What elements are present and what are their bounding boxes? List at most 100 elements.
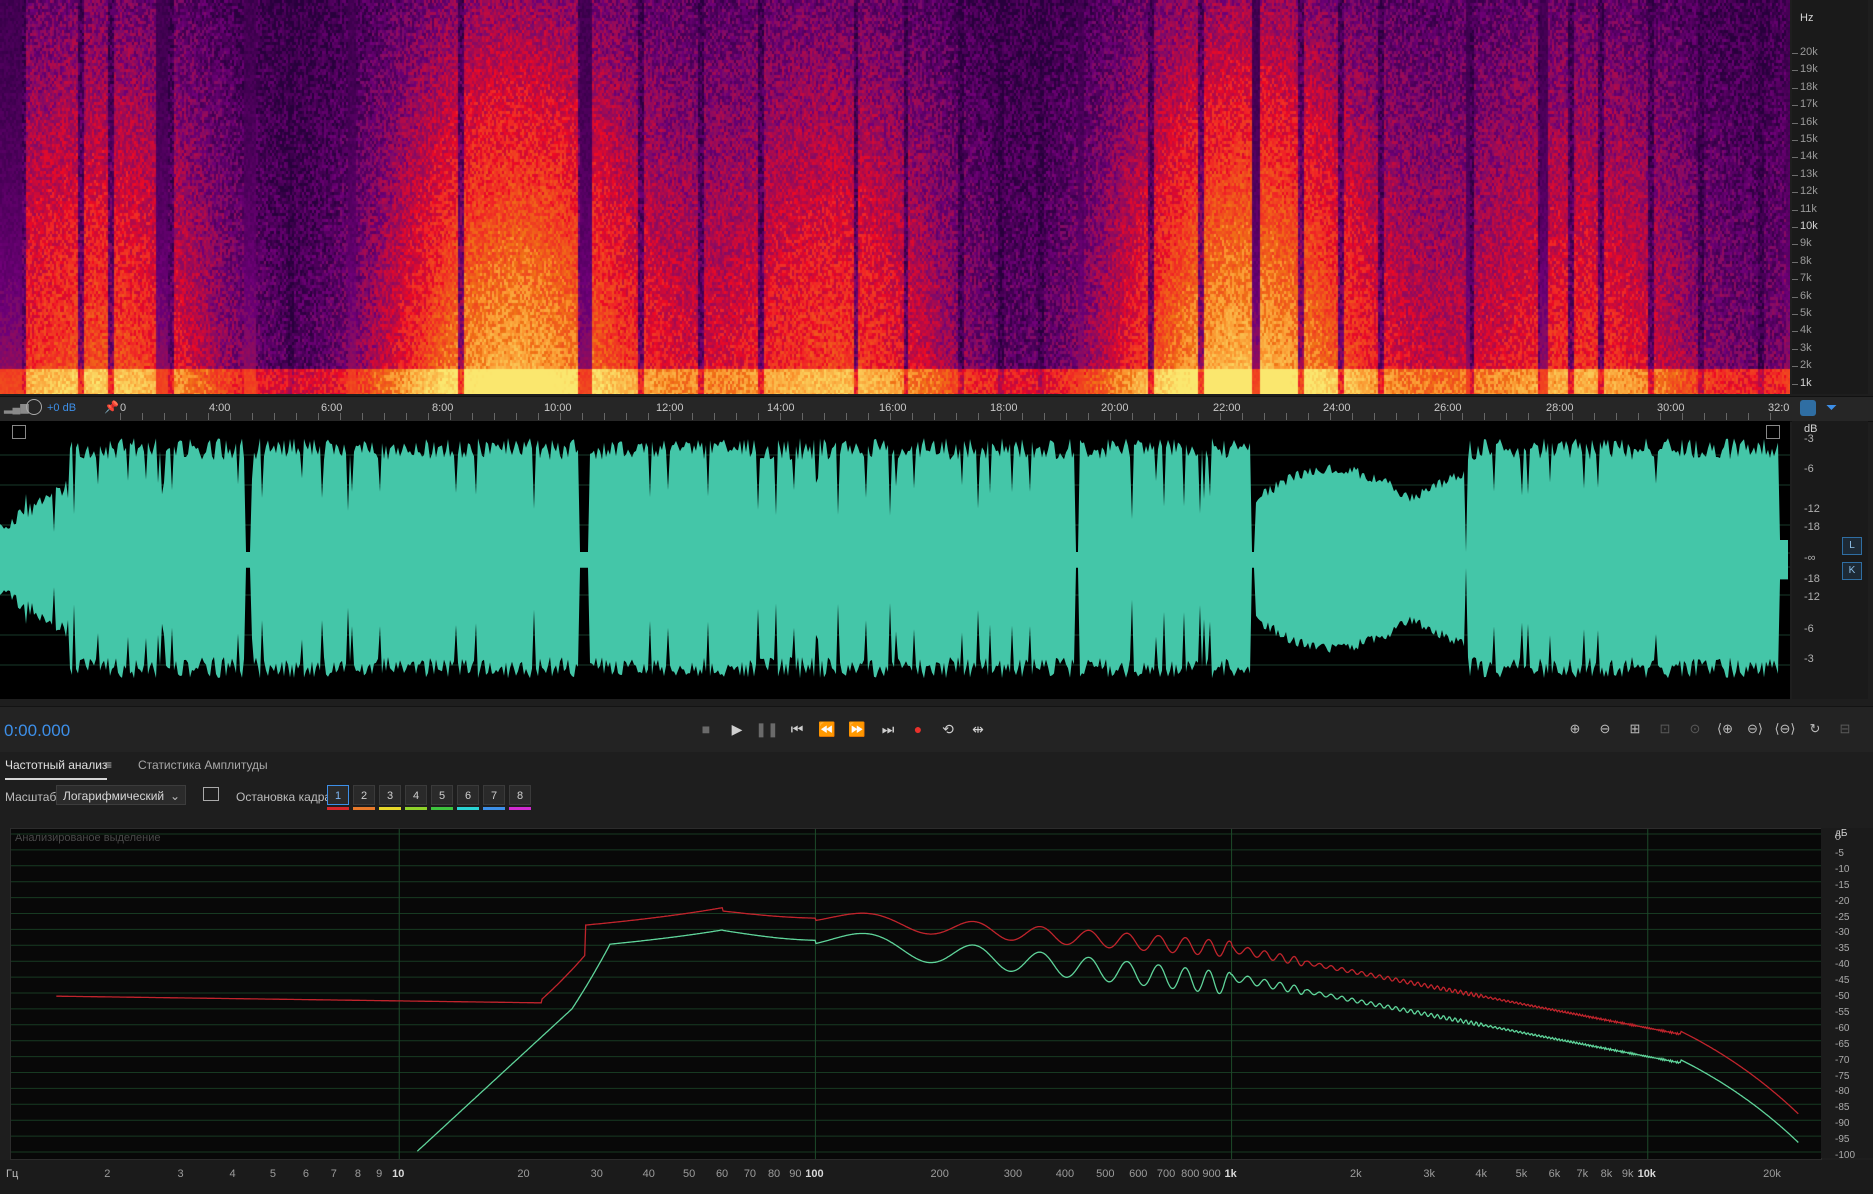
- gain-knob-icon[interactable]: [26, 399, 42, 415]
- time-tick-mark: [362, 413, 363, 420]
- tab-frequency-analysis[interactable]: Частотный анализ: [5, 758, 108, 780]
- zoom-reset-icon[interactable]: ↻: [1803, 718, 1827, 740]
- hz-tick-label: 18k: [1800, 80, 1818, 93]
- time-ruler[interactable]: ▂▄▆ +0 dB 📌 0 4:00 6:00 8:00 10:00 12:00 14:00…: [0, 396, 1873, 422]
- time-tick-mark: [384, 413, 385, 420]
- skip-selection-button[interactable]: ⇹: [966, 718, 990, 740]
- analysis-frequency-tick-label: 800: [1181, 1168, 1200, 1180]
- db-tick-label: -12: [1804, 503, 1820, 515]
- tab-amplitude-statistics[interactable]: Статистика Амплитуды: [138, 758, 268, 772]
- hz-tick-mark: [1792, 314, 1798, 315]
- time-tick-mark: [1748, 413, 1749, 420]
- freeze-frame-1-button[interactable]: 1: [327, 785, 349, 810]
- freeze-frame-label: 4: [412, 790, 420, 802]
- analysis-frequency-tick-label: 6: [302, 1168, 309, 1180]
- zoom-settings-icon[interactable]: ⊟: [1833, 718, 1857, 740]
- loop-playback-button[interactable]: ⟲: [936, 718, 960, 740]
- time-tick-label: 18:00: [990, 402, 1018, 414]
- spectral-frequency-display[interactable]: [0, 0, 1790, 394]
- freeze-frame-6-button[interactable]: 6: [457, 785, 479, 810]
- analysis-db-tick-label: -25: [1835, 911, 1850, 923]
- analysis-frequency-tick-label: 1k: [1224, 1168, 1237, 1180]
- hz-tick-mark: [1792, 331, 1798, 333]
- analysis-db-tick-label: -30: [1835, 927, 1850, 939]
- hz-tick-label: 2k: [1800, 359, 1812, 372]
- frequency-analysis-graph[interactable]: Анализированое выделение: [10, 828, 1822, 1160]
- time-tick-mark: [1330, 413, 1331, 420]
- zoom-in-time-icon[interactable]: ⟨⊕: [1713, 718, 1737, 740]
- selection-toggle-icon[interactable]: [203, 787, 219, 801]
- hz-tick-label: 19k: [1800, 63, 1818, 76]
- time-tick-mark: [450, 413, 451, 420]
- analysis-frequency-tick-label: 20: [517, 1168, 530, 1180]
- zoom-center-icon[interactable]: ⊙: [1683, 718, 1707, 740]
- freeze-frame-5-button[interactable]: 5: [431, 785, 453, 810]
- scale-dropdown[interactable]: Логарифмический ⌄: [56, 785, 186, 805]
- waveform-shape: [0, 438, 1788, 679]
- freeze-frame-8-button[interactable]: 8: [509, 785, 531, 810]
- hz-tick-mark: [1792, 366, 1798, 368]
- freeze-frame-label: 7: [490, 790, 498, 802]
- hz-tick-mark: [1792, 122, 1798, 124]
- time-tick-label: 20:00: [1101, 402, 1129, 414]
- freeze-frame-7-button[interactable]: 7: [483, 785, 505, 810]
- time-tick-mark: [1176, 413, 1177, 420]
- channel-left-button[interactable]: L: [1842, 537, 1862, 555]
- db-tick-label: -6: [1804, 623, 1814, 635]
- zoom-fit-icon[interactable]: ⊞: [1623, 718, 1647, 740]
- freeze-frame-3-button[interactable]: 3: [379, 785, 401, 810]
- go-to-end-button[interactable]: ⏭: [876, 718, 900, 740]
- expand-icon[interactable]: [12, 425, 26, 439]
- analysis-db-tick-label: -40: [1835, 959, 1850, 971]
- headphones-icon[interactable]: [1800, 400, 1816, 416]
- freeze-frame-2-button[interactable]: 2: [353, 785, 375, 810]
- record-button[interactable]: ●: [906, 718, 930, 740]
- hz-tick-label: 6k: [1800, 289, 1812, 302]
- time-tick-mark: [1462, 413, 1463, 420]
- time-tick-mark: [648, 413, 649, 420]
- analysis-frequency-tick-label: 9k: [1621, 1168, 1634, 1180]
- time-tick-mark: [1682, 413, 1683, 420]
- time-tick-mark: [1352, 413, 1353, 420]
- gain-value[interactable]: +0 dB: [47, 402, 76, 414]
- play-button[interactable]: ▶: [725, 718, 749, 740]
- db-tick-label: -18: [1804, 573, 1820, 585]
- zoom-in-amplitude-icon[interactable]: ⊕: [1563, 718, 1587, 740]
- db-tick-label: -3: [1804, 433, 1814, 445]
- time-tick-mark: [164, 413, 165, 420]
- rewind-button[interactable]: ⏪: [815, 718, 839, 740]
- hz-tick-label: 11k: [1800, 202, 1817, 215]
- analysis-db-tick-label: 0: [1835, 832, 1841, 843]
- marker-icon[interactable]: ⏷: [1826, 399, 1837, 416]
- fast-forward-button[interactable]: ⏩: [845, 718, 869, 740]
- analysis-frequency-tick-label: 500: [1096, 1168, 1115, 1180]
- zoom-selection-icon[interactable]: ⊡: [1653, 718, 1677, 740]
- zoom-out-amplitude-icon[interactable]: ⊖: [1593, 718, 1617, 740]
- panel-menu-icon[interactable]: ≡: [105, 758, 112, 772]
- freeze-frame-4-button[interactable]: 4: [405, 785, 427, 810]
- time-tick-mark: [1308, 413, 1309, 420]
- time-tick-mark: [1110, 413, 1111, 420]
- analysis-db-tick-label: -15: [1835, 879, 1850, 891]
- time-tick-mark: [560, 413, 561, 420]
- analysis-frequency-tick-label: 4k: [1475, 1168, 1487, 1180]
- time-tick-mark: [978, 413, 979, 420]
- go-to-start-button[interactable]: ⏮: [785, 718, 809, 740]
- stop-button[interactable]: ■: [694, 718, 718, 740]
- analysis-db-tick-label: -90: [1835, 1118, 1850, 1130]
- hz-tick-mark: [1792, 209, 1798, 211]
- freeze-frame-color-bar: [353, 807, 375, 810]
- time-tick-mark: [582, 413, 583, 420]
- time-display[interactable]: 0:00.000: [4, 721, 70, 741]
- zoom-out-time-icon[interactable]: ⊖⟩: [1743, 718, 1767, 740]
- time-tick-mark: [1506, 413, 1507, 420]
- collapse-icon[interactable]: [1766, 425, 1780, 439]
- hz-tick-label: 12k: [1800, 185, 1818, 198]
- zoom-out-full-icon[interactable]: ⟨⊖⟩: [1773, 718, 1797, 740]
- freeze-frame-label: 1: [334, 790, 342, 802]
- time-tick-mark: [340, 413, 341, 420]
- waveform-display[interactable]: [0, 421, 1790, 699]
- pin-icon[interactable]: 📌: [104, 400, 119, 414]
- pause-button[interactable]: ❚❚: [755, 718, 779, 740]
- channel-right-button[interactable]: K: [1842, 562, 1862, 580]
